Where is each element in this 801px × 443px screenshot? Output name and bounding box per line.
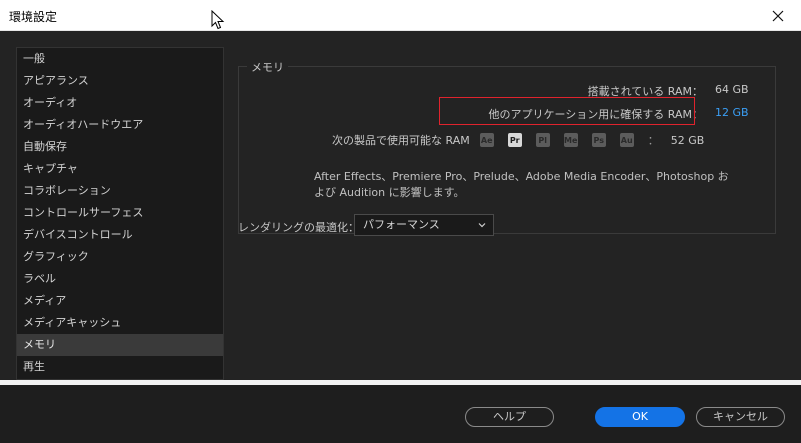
available-ram-row: 次の製品で使用可能な RAM Ae Pr Pl Me Ps Au ： 52 GB bbox=[332, 132, 704, 148]
close-icon bbox=[772, 10, 784, 21]
sidebar-item[interactable]: メディア bbox=[17, 290, 223, 312]
sidebar-item[interactable]: 自動保存 bbox=[17, 136, 223, 158]
app-badge-ps: Ps bbox=[591, 133, 606, 147]
reserved-ram-highlight bbox=[439, 97, 695, 125]
available-ram-label: 次の製品で使用可能な RAM bbox=[332, 134, 470, 147]
sidebar-item[interactable]: キャプチャ bbox=[17, 158, 223, 180]
sidebar-item[interactable]: ラベル bbox=[17, 268, 223, 290]
mouse-cursor-icon bbox=[211, 10, 225, 30]
app-badge-pr: Pr bbox=[507, 133, 522, 147]
close-button[interactable] bbox=[755, 0, 801, 31]
ok-button[interactable]: OK bbox=[595, 407, 685, 427]
sidebar-item[interactable]: オーディオ bbox=[17, 92, 223, 114]
sidebar-item[interactable]: グラフィック bbox=[17, 246, 223, 268]
dialog-footer: ヘルプ OK キャンセル bbox=[0, 385, 801, 443]
installed-ram-value: 64 GB bbox=[715, 83, 749, 96]
cancel-button[interactable]: キャンセル bbox=[696, 407, 785, 427]
chevron-down-icon bbox=[478, 223, 486, 228]
available-ram-separator: ： bbox=[647, 134, 659, 147]
window-title: 環境設定 bbox=[9, 10, 58, 24]
sidebar-item[interactable]: アピアランス bbox=[17, 70, 223, 92]
sidebar-item[interactable]: 一般 bbox=[17, 48, 223, 70]
sidebar-item[interactable]: メモリ bbox=[17, 334, 223, 356]
preferences-sidebar: 一般 アピアランス オーディオ オーディオハードウエア 自動保存 キャプチャ コラボレーショ… bbox=[16, 47, 224, 380]
rendering-select-value: パフォーマンス bbox=[363, 218, 440, 231]
dialog-content: 一般 アピアランス オーディオ オーディオハードウエア 自動保存 キャプチャ コラボレーショ… bbox=[0, 31, 801, 380]
app-badge-me: Me bbox=[563, 133, 578, 147]
memory-group-label: メモリ bbox=[247, 59, 288, 75]
reserved-ram-value[interactable]: 12 GB bbox=[715, 106, 749, 119]
sidebar-item[interactable]: コントロールサーフェス bbox=[17, 202, 223, 224]
help-button[interactable]: ヘルプ bbox=[465, 407, 554, 427]
rendering-select[interactable]: パフォーマンス bbox=[354, 214, 494, 236]
app-badge-ae: Ae bbox=[479, 133, 494, 147]
sidebar-item[interactable]: デバイスコントロール bbox=[17, 224, 223, 246]
app-badge-au: Au bbox=[619, 133, 634, 147]
app-badge-pl: Pl bbox=[535, 133, 550, 147]
title-bar: 環境設定 bbox=[0, 0, 801, 31]
available-ram-value: 52 GB bbox=[670, 133, 705, 147]
sidebar-item[interactable]: 再生 bbox=[17, 356, 223, 378]
sidebar-item[interactable]: コラボレーション bbox=[17, 180, 223, 202]
sidebar-item[interactable]: メディアキャッシュ bbox=[17, 312, 223, 334]
sidebar-item[interactable]: オーディオハードウエア bbox=[17, 114, 223, 136]
rendering-label: レンダリングの最適化： bbox=[238, 221, 359, 234]
memory-note: After Effects、Premiere Pro、Prelude、Adobe… bbox=[314, 170, 729, 199]
